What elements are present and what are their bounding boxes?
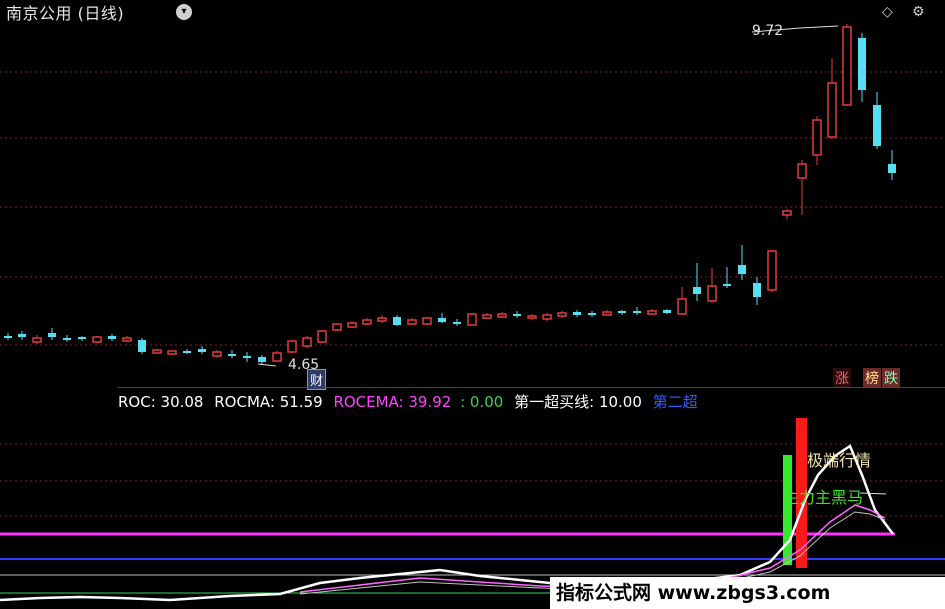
candle-body — [618, 311, 626, 313]
candle-body — [317, 330, 327, 343]
watermark: 指标公式网 www.zbgs3.com — [550, 577, 945, 609]
candle-body — [723, 284, 731, 286]
candle-body — [138, 340, 146, 352]
candle-body — [812, 119, 822, 156]
green-signal-bar — [783, 455, 792, 565]
extreme-market-label: 极端行情 — [807, 451, 872, 470]
candle-body — [753, 283, 761, 297]
tag-board[interactable]: 榜 — [863, 368, 881, 388]
candle-body — [212, 351, 222, 357]
roc-value: ROC: 30.08 — [118, 393, 204, 411]
candle-body — [677, 298, 687, 315]
candle-body — [497, 313, 507, 318]
candle-body — [152, 349, 162, 354]
candle-body — [48, 333, 56, 337]
candle-body — [63, 338, 71, 340]
candle-body — [693, 287, 701, 294]
candle-body — [827, 82, 837, 138]
candle-body — [228, 354, 236, 356]
candle-body — [888, 164, 896, 173]
candle-body — [92, 336, 102, 343]
candle-body — [797, 163, 807, 179]
candle-body — [78, 337, 86, 339]
candle-body — [767, 250, 777, 291]
candle-body — [738, 265, 746, 274]
candle-body — [527, 315, 537, 319]
candle-body — [183, 351, 191, 353]
candle-body — [258, 357, 266, 362]
candle-body — [377, 317, 387, 322]
buy-line-value: 第一超买线: 10.00 — [514, 393, 642, 411]
candlesticks — [4, 24, 896, 364]
candle-body — [272, 352, 282, 362]
candle-body — [407, 319, 417, 325]
candle-body — [108, 336, 116, 339]
candle-body — [482, 314, 492, 319]
second-label: 第二超 — [652, 393, 698, 411]
candle-body — [302, 337, 312, 347]
candle-body — [362, 319, 372, 325]
candle-body — [858, 38, 866, 90]
candle-body — [198, 349, 206, 352]
candle-body — [287, 340, 297, 353]
candle-body — [663, 310, 671, 313]
candle-body — [588, 313, 596, 315]
candle-body — [873, 105, 881, 146]
zero-value: : 0.00 — [460, 393, 504, 411]
candle-body — [557, 312, 567, 317]
candle-body — [542, 314, 552, 320]
high-price-label: 9.72 — [752, 23, 784, 39]
candle-body — [647, 310, 657, 315]
tag-rise[interactable]: 涨 — [833, 368, 851, 388]
candle-body — [122, 337, 132, 342]
candle-body — [393, 317, 401, 325]
candle-body — [467, 313, 477, 326]
tag-fall[interactable]: 跌 — [882, 368, 900, 388]
candle-body — [453, 322, 461, 324]
main-force-label: 主力主黑马 — [783, 488, 864, 507]
rocema-value: ROCEMA: 39.92 — [333, 393, 452, 411]
candle-body — [602, 311, 612, 316]
candle-body — [633, 311, 641, 313]
candle-body — [332, 323, 342, 331]
candle-body — [513, 314, 521, 316]
candle-body — [573, 312, 581, 315]
candle-body — [243, 356, 251, 358]
candle-body — [707, 285, 717, 302]
candle-body — [167, 350, 177, 355]
candle-body — [842, 26, 852, 106]
price-chart — [0, 24, 945, 602]
candle-body — [32, 337, 42, 343]
candle-body — [422, 317, 432, 325]
candle-body — [438, 318, 446, 322]
indicator-legend: ROC: 30.08 ROCMA: 51.59 ROCEMA: 39.92 : … — [118, 391, 698, 412]
candle-body — [347, 322, 357, 328]
candle-body — [4, 336, 12, 338]
rocma-value: ROCMA: 51.59 — [214, 393, 323, 411]
candle-body — [782, 210, 792, 216]
candle-body — [18, 334, 26, 337]
panel-divider — [118, 387, 945, 388]
